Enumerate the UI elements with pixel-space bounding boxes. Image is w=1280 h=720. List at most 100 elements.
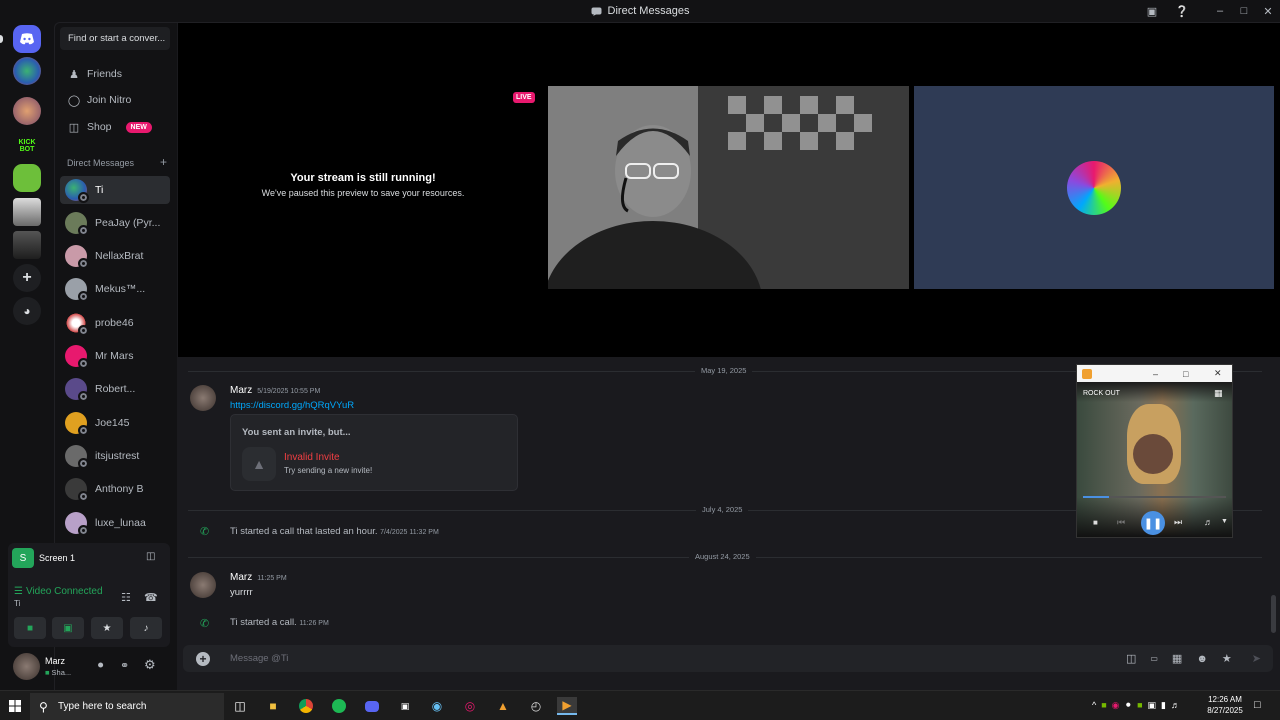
task-view-icon[interactable]: ◫ <box>231 697 249 715</box>
user-avatar[interactable] <box>13 653 40 680</box>
dm-item[interactable]: Anthony B <box>60 475 170 503</box>
chrome-icon[interactable] <box>297 697 315 715</box>
chevron-up-icon[interactable]: ^ <box>1092 700 1096 711</box>
close-button[interactable]: ✕ <box>1256 5 1280 18</box>
dm-item[interactable]: NellaxBrat <box>60 242 170 270</box>
inbox-icon[interactable]: ▣ <box>1140 5 1164 18</box>
invite-link[interactable]: https://discord.gg/hQRqVYuR <box>230 400 354 411</box>
tray-app-icon[interactable]: ◉ <box>1112 700 1120 711</box>
server-icon[interactable] <box>13 164 41 192</box>
author-avatar[interactable] <box>190 572 216 598</box>
attach-plus-icon[interactable]: + <box>196 651 210 666</box>
previous-icon[interactable]: ⏮ <box>1117 517 1125 528</box>
app-icon[interactable]: ▲ <box>494 697 512 715</box>
soundboard-button[interactable]: ♪ <box>130 617 162 639</box>
battery-icon[interactable]: ▮ <box>1161 700 1166 711</box>
nav-label: Friends <box>87 68 123 80</box>
dm-item-ti[interactable]: Ti <box>60 176 170 204</box>
message-input[interactable]: Message @Ti <box>230 653 1126 664</box>
steam-icon[interactable]: ◉ <box>428 697 446 715</box>
emoji-icon[interactable]: ☻ <box>1196 653 1208 665</box>
discover-icon[interactable]: ◕ <box>13 297 41 325</box>
dm-item[interactable]: Mekus™... <box>60 275 170 303</box>
mic-tray-icon[interactable]: ⚫ <box>1125 700 1133 711</box>
noise-suppression-icon[interactable]: ☷ <box>121 591 131 604</box>
app-icon[interactable]: ▣ <box>396 697 414 715</box>
gif-icon[interactable]: ▭ <box>1150 654 1158 663</box>
discord-taskbar-icon[interactable] <box>363 697 381 715</box>
dm-item[interactable]: probe46 <box>60 309 170 337</box>
nav-shop[interactable]: ◫ Shop NEW <box>60 114 170 140</box>
scrollbar-thumb[interactable] <box>1271 595 1276 633</box>
player-minimize-button[interactable]: – <box>1153 369 1158 379</box>
server-icon[interactable] <box>13 198 41 226</box>
camera-video-tile[interactable] <box>548 86 909 289</box>
minimize-button[interactable]: – <box>1208 5 1232 17</box>
sticker-icon[interactable]: ▦ <box>1172 652 1182 665</box>
mic-icon[interactable]: ⚫ <box>96 659 105 672</box>
stop-stream-icon[interactable]: ◫ <box>146 551 155 562</box>
create-dm-button[interactable]: + <box>160 156 167 168</box>
seek-bar[interactable] <box>1083 496 1226 498</box>
gift-icon[interactable]: ◫ <box>1126 652 1136 665</box>
avatar <box>65 212 89 236</box>
username: Marz <box>45 656 65 666</box>
obs-icon[interactable]: ◎ <box>461 697 479 715</box>
author-name[interactable]: Marz <box>230 572 252 583</box>
screenshare-tile[interactable] <box>914 86 1274 289</box>
file-explorer-icon[interactable]: ■ <box>264 697 282 715</box>
next-icon[interactable]: ⏭ <box>1174 517 1182 528</box>
chevron-down-icon[interactable]: ▼ <box>1221 518 1228 525</box>
server-icon[interactable] <box>13 57 41 85</box>
nav-friends[interactable]: ♟ Friends <box>60 61 170 87</box>
notifications-icon[interactable]: □ <box>1254 699 1261 711</box>
apps-icon[interactable]: ★ <box>1222 652 1232 665</box>
help-icon[interactable]: ❔ <box>1164 5 1200 18</box>
nav-nitro[interactable]: ◯ Join Nitro <box>60 87 170 113</box>
settings-gear-icon[interactable]: ⚙ <box>144 657 156 673</box>
server-icon[interactable] <box>13 97 41 125</box>
dm-item[interactable]: Joe145 <box>60 409 170 437</box>
disconnect-icon[interactable]: ☎ <box>144 591 158 604</box>
headphones-icon[interactable]: ⚭ <box>120 659 129 672</box>
media-player-taskbar-icon[interactable]: ▶ <box>557 697 577 715</box>
search-input[interactable]: Find or start a conver... <box>60 27 170 50</box>
maximize-button[interactable]: □ <box>1232 5 1256 17</box>
network-icon[interactable]: ▣ <box>1148 700 1157 711</box>
screenshare-button[interactable]: ▣ <box>52 617 84 639</box>
dm-item[interactable]: luxe_lunaa <box>60 509 170 537</box>
dm-item[interactable]: itsjustrest <box>60 442 170 470</box>
app-icon[interactable]: ◴ <box>527 697 545 715</box>
taskbar-search[interactable]: ⚲ Type here to search <box>30 693 224 720</box>
kick-bot-server-icon[interactable]: KICK BOT <box>13 132 41 160</box>
discord-home-icon[interactable] <box>13 25 41 53</box>
author-name[interactable]: Marz <box>230 385 252 396</box>
pip-icon[interactable]: ▦ <box>1214 388 1223 399</box>
title-actions: ▣ ❔ <box>1140 0 1200 22</box>
dm-item[interactable]: PeaJay (Pyr... <box>60 209 170 237</box>
dm-item[interactable]: Robert... <box>60 375 170 403</box>
author-avatar[interactable] <box>190 385 216 411</box>
taskbar-clock[interactable]: 12:26 AM 8/27/2025 <box>1200 694 1250 716</box>
camera-button[interactable]: ■ <box>14 617 46 639</box>
dm-item[interactable]: Mr Mars <box>60 342 170 370</box>
screenshare-avatar <box>1067 160 1121 215</box>
voice-status[interactable]: ☰ Video Connected <box>14 586 103 597</box>
player-close-button[interactable]: ✕ <box>1214 368 1222 379</box>
tray-app-icon[interactable]: ■ <box>1137 700 1142 711</box>
player-maximize-button[interactable]: □ <box>1183 369 1188 379</box>
pause-button[interactable]: ❚❚ <box>1141 511 1165 535</box>
windows-start-icon[interactable] <box>9 700 21 712</box>
nvidia-icon[interactable]: ■ <box>1101 700 1106 711</box>
invite-heading: You sent an invite, but... <box>242 427 351 438</box>
activity-button[interactable]: ★ <box>91 617 123 639</box>
spotify-icon[interactable] <box>330 697 348 715</box>
screenshare-icon: ▣ <box>63 622 73 634</box>
add-server-icon[interactable]: + <box>13 264 41 292</box>
speaker-icon[interactable]: ♬ <box>1171 700 1180 711</box>
volume-icon[interactable]: ♬ <box>1204 517 1213 527</box>
date-label: August 24, 2025 <box>689 552 756 561</box>
server-icon[interactable] <box>13 231 41 259</box>
send-icon[interactable]: ➤ <box>1252 652 1261 665</box>
stop-icon[interactable]: ■ <box>1093 518 1098 527</box>
